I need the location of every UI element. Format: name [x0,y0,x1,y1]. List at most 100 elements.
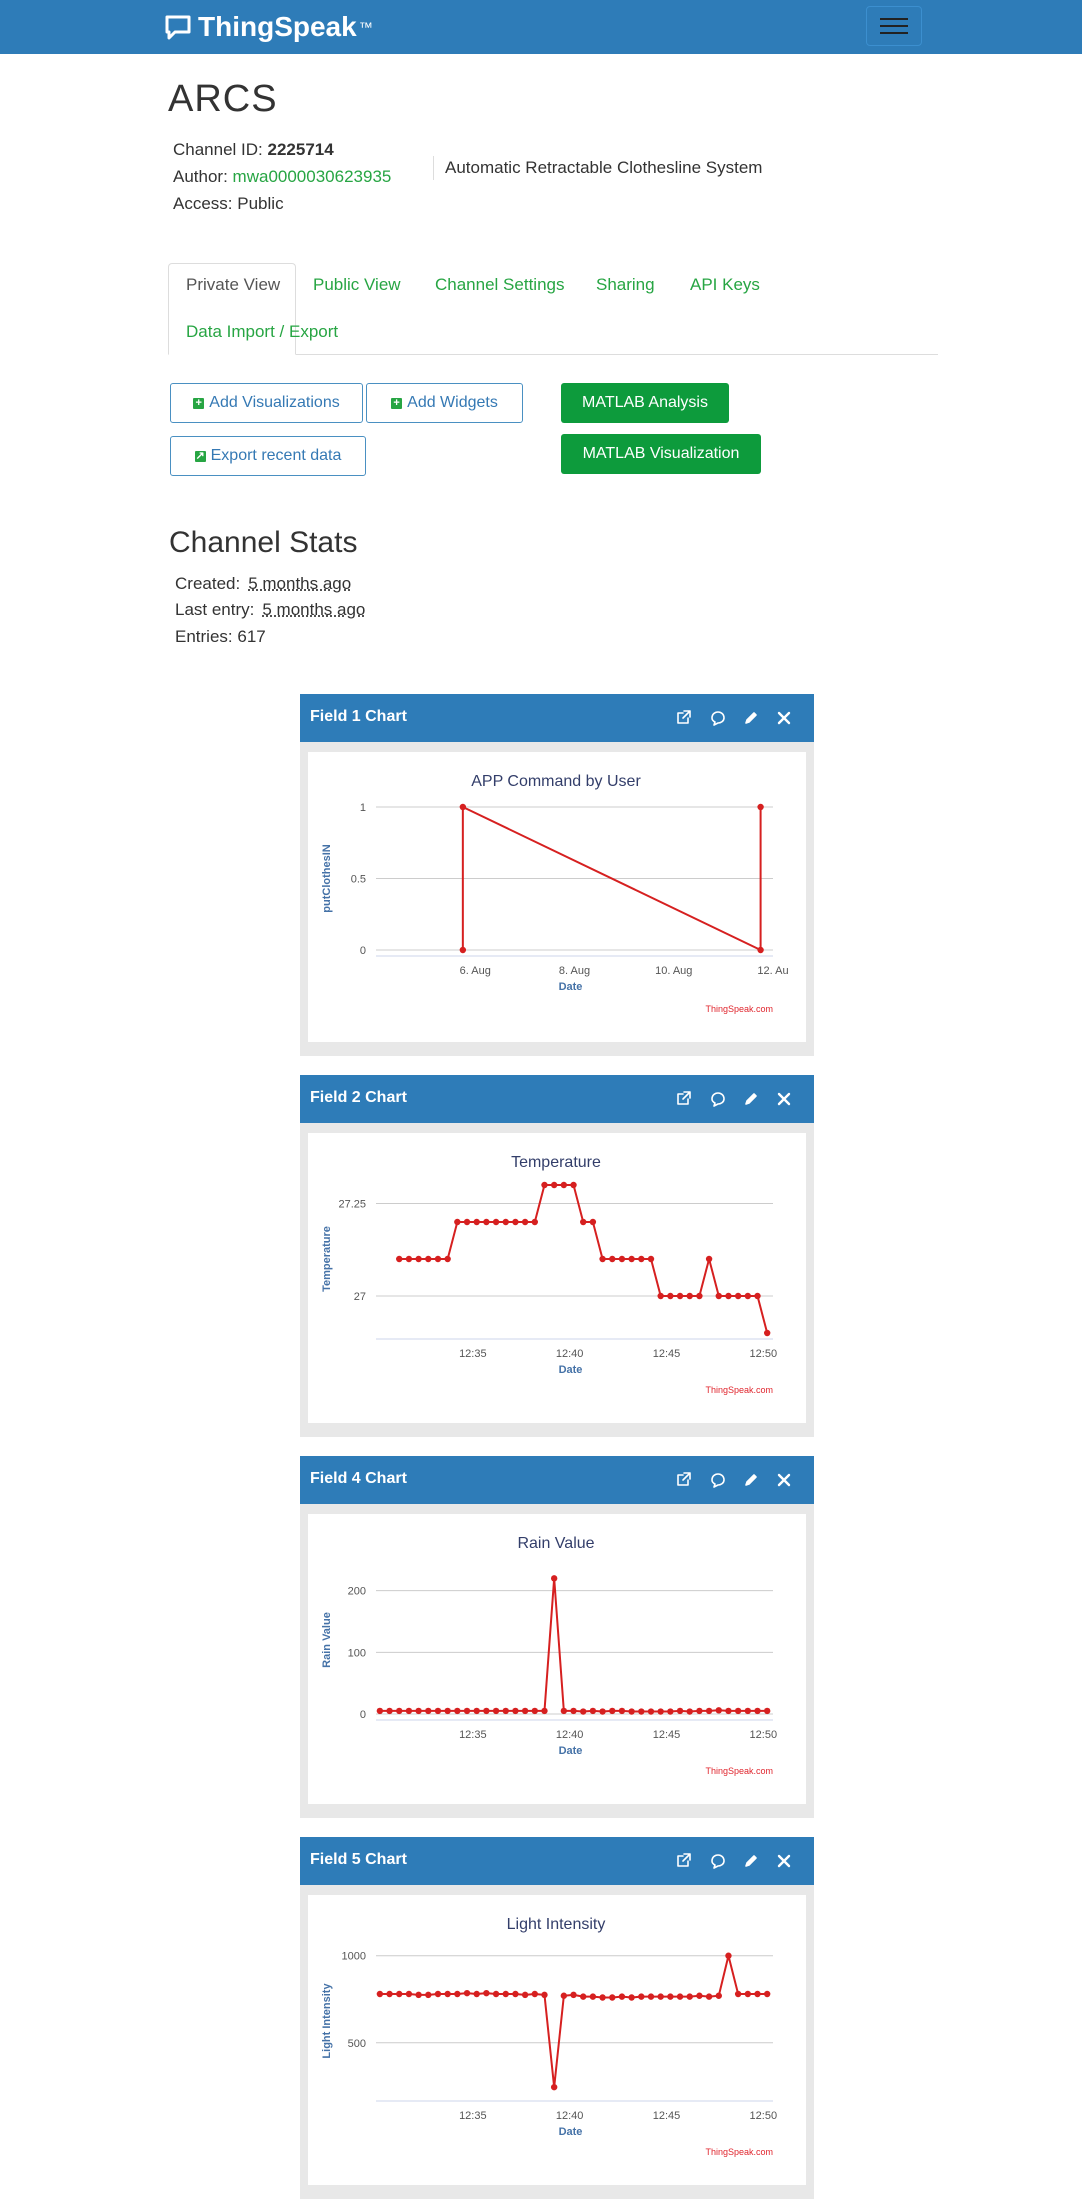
data-point[interactable] [396,1255,403,1263]
data-point[interactable] [725,1292,732,1300]
external-link-icon[interactable] [675,1471,693,1489]
data-point[interactable] [580,1993,587,2000]
data-point[interactable] [628,1255,635,1263]
data-point[interactable] [521,1218,529,1226]
data-point[interactable] [492,1990,500,1998]
data-point[interactable] [589,1993,597,2000]
data-point[interactable] [570,1707,577,1715]
thingspeak-logo[interactable]: ThingSpeak ™ [164,10,373,44]
data-point[interactable] [647,1255,655,1263]
data-point[interactable] [473,1990,480,1998]
data-point[interactable] [734,1990,742,1998]
data-point[interactable] [454,1707,461,1715]
comment-icon[interactable] [709,1090,727,1108]
data-point[interactable] [459,946,467,954]
data-point[interactable] [396,1990,403,1998]
add-visualizations-button[interactable]: + Add Visualizations [170,383,363,423]
data-point[interactable] [647,1708,655,1715]
data-point[interactable] [657,1708,664,1715]
data-point[interactable] [618,1993,626,2000]
add-widgets-button[interactable]: + Add Widgets [366,383,523,423]
data-point[interactable] [757,803,764,811]
data-point[interactable] [483,1989,490,1997]
data-point[interactable] [638,1708,645,1715]
data-point[interactable] [541,1181,548,1189]
data-point[interactable] [541,1991,548,1999]
data-point[interactable] [657,1292,664,1300]
data-point[interactable] [376,1707,384,1715]
data-point[interactable] [725,1707,732,1715]
data-point[interactable] [599,1994,606,2001]
comment-icon[interactable] [709,709,727,727]
data-point[interactable] [725,1952,732,1959]
data-point[interactable] [531,1990,538,1998]
data-point[interactable] [405,1707,413,1715]
data-point[interactable] [425,1707,432,1715]
data-point[interactable] [425,1255,432,1263]
data-point[interactable] [696,1707,703,1715]
data-point[interactable] [609,1994,616,2001]
data-point[interactable] [444,1255,451,1263]
menu-toggle-button[interactable] [866,6,922,46]
external-link-icon[interactable] [675,1090,693,1108]
export-recent-data-button[interactable]: ↗ Export recent data [170,436,366,476]
data-point[interactable] [696,1992,703,1999]
close-icon[interactable] [775,709,793,727]
data-point[interactable] [744,1707,752,1715]
tab-sharing[interactable]: Sharing [596,275,655,295]
data-point[interactable] [415,1255,422,1263]
data-point[interactable] [425,1991,432,1999]
data-point[interactable] [512,1707,519,1715]
data-point[interactable] [705,1707,713,1715]
data-point[interactable] [599,1255,606,1263]
data-point[interactable] [405,1990,413,1998]
data-point[interactable] [560,1992,568,1999]
thingspeak-credit-link[interactable]: ThingSpeak.com [705,2147,773,2157]
data-point[interactable] [463,1707,471,1715]
data-point[interactable] [444,1990,451,1998]
data-point[interactable] [580,1218,587,1226]
data-point[interactable] [667,1993,674,2000]
thingspeak-credit-link[interactable]: ThingSpeak.com [705,1385,773,1395]
thingspeak-credit-link[interactable]: ThingSpeak.com [705,1766,773,1776]
data-point[interactable] [686,1292,693,1300]
data-point[interactable] [483,1707,490,1715]
data-point[interactable] [715,1292,722,1300]
matlab-visualization-button[interactable]: MATLAB Visualization [561,434,761,474]
data-point[interactable] [638,1993,645,2000]
data-point[interactable] [492,1218,500,1226]
data-point[interactable] [502,1707,509,1715]
pencil-icon[interactable] [742,1471,760,1489]
data-point[interactable] [609,1255,616,1263]
data-point[interactable] [492,1707,500,1715]
data-point[interactable] [667,1708,674,1715]
data-point[interactable] [512,1218,519,1226]
data-point[interactable] [763,1990,771,1998]
data-point[interactable] [599,1708,606,1715]
data-point[interactable] [463,1989,471,1997]
data-point[interactable] [502,1218,509,1226]
data-point[interactable] [744,1292,752,1300]
tab-channel-settings[interactable]: Channel Settings [435,275,564,295]
close-icon[interactable] [775,1090,793,1108]
data-point[interactable] [570,1991,577,1999]
data-point[interactable] [386,1990,393,1998]
data-point[interactable] [676,1993,684,2000]
data-point[interactable] [531,1218,538,1226]
tab-public-view[interactable]: Public View [313,275,401,295]
data-point[interactable] [696,1292,703,1300]
data-point[interactable] [531,1707,538,1715]
data-point[interactable] [763,1707,771,1715]
external-link-icon[interactable] [675,1852,693,1870]
external-link-icon[interactable] [675,709,693,727]
data-point[interactable] [560,1707,568,1715]
comment-icon[interactable] [709,1852,727,1870]
data-point[interactable] [676,1707,684,1715]
data-point[interactable] [705,1993,713,2000]
data-point[interactable] [715,1707,722,1714]
data-point[interactable] [483,1218,490,1226]
data-point[interactable] [415,1707,422,1715]
tab-private-view-label[interactable]: Private View [186,275,280,295]
data-point[interactable] [734,1707,742,1715]
comment-icon[interactable] [709,1471,727,1489]
